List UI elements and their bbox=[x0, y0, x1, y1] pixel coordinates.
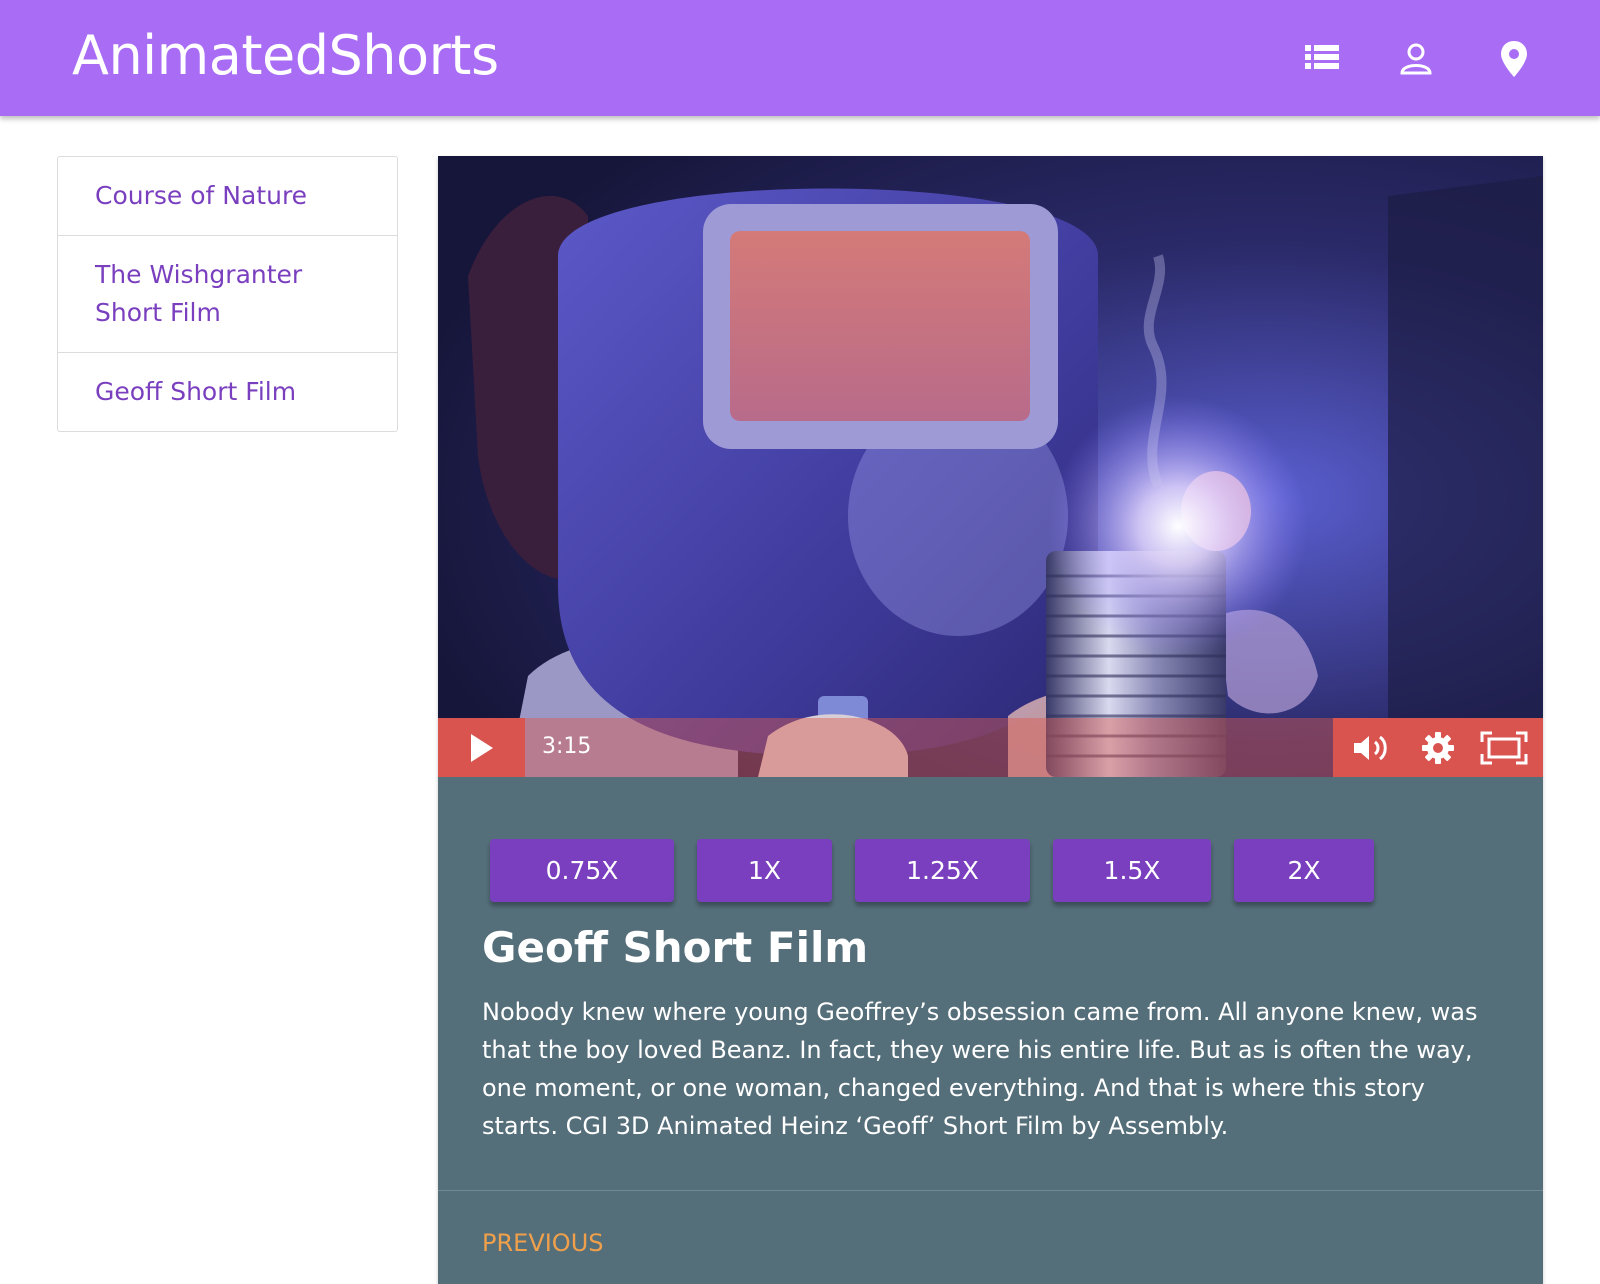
location-pin-icon[interactable] bbox=[1491, 36, 1537, 82]
play-icon bbox=[470, 733, 493, 762]
previous-link[interactable]: PREVIOUS bbox=[482, 1229, 604, 1257]
video-player[interactable]: 3:15 bbox=[438, 156, 1543, 777]
settings-gear-icon bbox=[1422, 731, 1454, 764]
speed-button-1-25x[interactable]: 1.25X bbox=[855, 839, 1030, 902]
settings-button[interactable] bbox=[1411, 723, 1465, 773]
playback-speed-group: 0.75X 1X 1.25X 1.5X 2X bbox=[490, 839, 1397, 902]
speed-button-2x[interactable]: 2X bbox=[1234, 839, 1374, 902]
speed-button-1-5x[interactable]: 1.5X bbox=[1053, 839, 1211, 902]
video-list: Course of Nature The Wishgranter Short F… bbox=[57, 156, 398, 432]
fullscreen-button[interactable] bbox=[1477, 723, 1531, 773]
video-title: Geoff Short Film bbox=[482, 923, 869, 972]
volume-icon bbox=[1354, 735, 1387, 760]
play-button[interactable] bbox=[438, 718, 525, 777]
list-icon[interactable] bbox=[1299, 36, 1345, 82]
sidebar-item-the-wishgranter[interactable]: The Wishgranter Short Film bbox=[58, 235, 397, 352]
video-card: 3:15 0.75X 1X 1.25X 1.5X 2X Geoff Short … bbox=[438, 156, 1543, 1284]
fullscreen-icon bbox=[1480, 731, 1528, 764]
volume-button[interactable] bbox=[1345, 723, 1399, 773]
divider bbox=[438, 1190, 1543, 1191]
speed-button-1x[interactable]: 1X bbox=[697, 839, 832, 902]
video-details: 0.75X 1X 1.25X 1.5X 2X Geoff Short Film … bbox=[438, 777, 1543, 1284]
speed-button-0-75x[interactable]: 0.75X bbox=[490, 839, 674, 902]
progress-bar[interactable]: 3:15 bbox=[525, 718, 1333, 777]
video-frame bbox=[438, 156, 1543, 777]
person-icon[interactable] bbox=[1393, 36, 1439, 82]
top-app-bar: AnimatedShorts bbox=[0, 0, 1600, 116]
sidebar-item-course-of-nature[interactable]: Course of Nature bbox=[58, 157, 397, 235]
player-controls: 3:15 bbox=[438, 718, 1543, 777]
player-right-controls bbox=[1333, 718, 1543, 777]
app-title[interactable]: AnimatedShorts bbox=[72, 24, 499, 87]
sidebar-item-geoff-short-film[interactable]: Geoff Short Film bbox=[58, 352, 397, 431]
time-display: 3:15 bbox=[542, 734, 592, 759]
video-description: Nobody knew where young Geoffrey’s obses… bbox=[482, 998, 1478, 1140]
